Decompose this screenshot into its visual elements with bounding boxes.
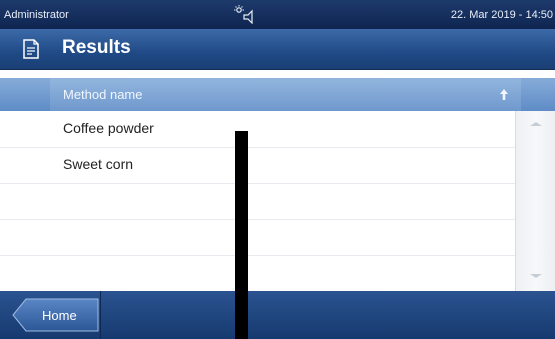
vertical-scrollbar[interactable] <box>515 111 555 291</box>
connection-speaker-icon <box>234 5 253 24</box>
sort-ascending-arrow-icon[interactable] <box>498 88 510 101</box>
overlay-black-bar <box>235 131 248 339</box>
scroll-up-arrow-icon[interactable] <box>529 121 543 127</box>
date-time: 22. Mar 2019 - 14:50 <box>450 9 553 21</box>
results-list: Coffee powder Sweet corn <box>0 111 515 291</box>
footer-divider <box>100 291 101 339</box>
status-bar: Administrator 22. Mar 2019 - 14:50 <box>0 0 555 29</box>
empty-list-row <box>0 255 515 291</box>
results-document-icon <box>23 39 39 59</box>
home-button[interactable]: Home <box>12 298 100 332</box>
list-item[interactable]: Coffee powder <box>0 111 515 148</box>
column-header-label: Method name <box>63 87 143 102</box>
page-title: Results <box>62 37 131 58</box>
list-item-label: Sweet corn <box>63 156 134 172</box>
list-item-label: Coffee powder <box>63 120 154 136</box>
footer-bar: Home <box>0 291 555 339</box>
empty-list-row <box>0 219 515 256</box>
column-header-row: Method name <box>0 78 555 111</box>
empty-list-row <box>0 183 515 220</box>
scroll-down-arrow-icon[interactable] <box>529 273 543 279</box>
title-bar: Results <box>0 29 555 70</box>
list-item[interactable]: Sweet corn <box>0 147 515 184</box>
user-name: Administrator <box>4 9 69 21</box>
home-button-label: Home <box>42 308 77 323</box>
